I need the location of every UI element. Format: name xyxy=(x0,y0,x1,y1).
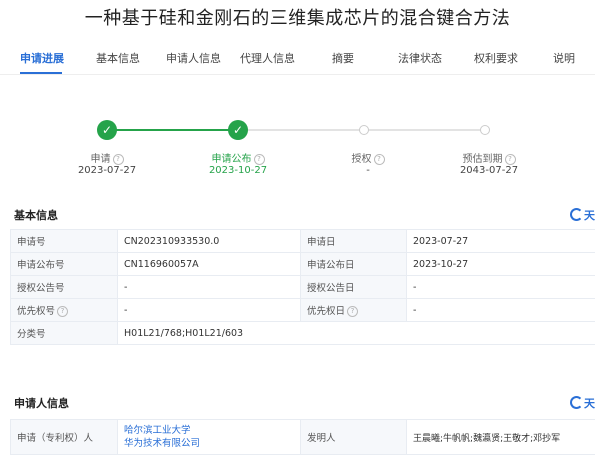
applicant-link[interactable]: 哈尔滨工业大学 xyxy=(124,424,294,437)
tab-description[interactable]: 说明 xyxy=(553,50,575,66)
tab-bar: 申请进展 基本信息 申请人信息 代理人信息 摘要 法律状态 权利要求 说明 xyxy=(0,38,595,74)
section-title-basic: 基本信息 xyxy=(14,209,58,222)
table-row: 申请号 CN202310933530.0 申请日 2023-07-27 xyxy=(10,229,595,253)
applicant-link[interactable]: 华为技术有限公司 xyxy=(124,437,294,450)
field-label: 申请公布日 xyxy=(300,252,407,276)
table-row: 分类号 H01L21/768;H01L21/603 xyxy=(10,321,595,345)
brand-mark: 天 xyxy=(570,207,595,223)
step-label: 申请? xyxy=(62,150,152,165)
tab-claims[interactable]: 权利要求 xyxy=(474,50,518,66)
logo-icon xyxy=(570,208,583,221)
step-label: 申请公布? xyxy=(193,150,283,165)
help-icon[interactable]: ? xyxy=(504,153,516,165)
help-icon[interactable]: ? xyxy=(253,153,265,165)
pending-dot-icon xyxy=(359,125,369,135)
field-label: 发明人 xyxy=(300,419,407,455)
basic-info-table: 申请号 CN202310933530.0 申请日 2023-07-27 申请公布… xyxy=(10,229,595,345)
table-row: 申请公布号 CN116960057A 申请公布日 2023-10-27 xyxy=(10,252,595,276)
field-value: CN116960057A xyxy=(117,252,301,276)
help-icon[interactable]: ? xyxy=(373,153,385,165)
applicant-info-table: 申请（专利权）人 哈尔滨工业大学 华为技术有限公司 发明人 王晨曦;牛帆帆;魏瀛… xyxy=(10,419,595,455)
help-icon[interactable]: ? xyxy=(347,306,359,317)
classification-value: H01L21/768;H01L21/603 xyxy=(117,321,595,345)
logo-icon xyxy=(570,396,583,409)
field-value: CN202310933530.0 xyxy=(117,229,301,253)
help-icon[interactable]: ? xyxy=(57,306,69,317)
field-label: 分类号 xyxy=(10,321,118,345)
step-label: 预估到期? xyxy=(444,150,534,165)
check-icon: ✓ xyxy=(97,120,117,140)
tab-abstract[interactable]: 摘要 xyxy=(332,50,354,66)
page-title: 一种基于硅和金刚石的三维集成芯片的混合键合方法 xyxy=(84,8,511,29)
field-label: 申请（专利权）人 xyxy=(10,419,118,455)
table-row: 优先权号? - 优先权日? - xyxy=(10,298,595,322)
step-date: 2023-10-27 xyxy=(208,165,268,176)
step-date: 2043-07-27 xyxy=(459,165,519,176)
applicant-links: 哈尔滨工业大学 华为技术有限公司 xyxy=(117,419,301,455)
table-row: 申请（专利权）人 哈尔滨工业大学 华为技术有限公司 发明人 王晨曦;牛帆帆;魏瀛… xyxy=(10,419,595,455)
field-value: - xyxy=(117,275,301,299)
section-title-applicant: 申请人信息 xyxy=(14,397,69,410)
tab-basic-info[interactable]: 基本信息 xyxy=(96,50,140,66)
step-label: 授权? xyxy=(323,150,413,165)
field-value: 2023-07-27 xyxy=(406,229,595,253)
brand-mark: 天 xyxy=(570,395,595,411)
tab-applicant-info[interactable]: 申请人信息 xyxy=(166,50,221,66)
step-date: - xyxy=(366,165,370,176)
progress-timeline: ✓ ✓ 申请? 申请公布? 授权? 预估到期? 2023-07-27 2023-… xyxy=(0,110,595,190)
field-label: 授权公告号 xyxy=(10,275,118,299)
help-icon[interactable]: ? xyxy=(112,153,124,165)
inventors-value: 王晨曦;牛帆帆;魏瀛贤;王敬才;邓抄军 xyxy=(406,419,595,455)
field-label: 优先权号? xyxy=(10,298,118,322)
table-row: 授权公告号 - 授权公告日 - xyxy=(10,275,595,299)
tab-agent-info[interactable]: 代理人信息 xyxy=(240,50,295,66)
progress-track-done xyxy=(107,129,238,131)
field-label: 申请公布号 xyxy=(10,252,118,276)
field-value: - xyxy=(117,298,301,322)
field-value: - xyxy=(406,298,595,322)
field-label: 优先权日? xyxy=(300,298,407,322)
tab-legal-status[interactable]: 法律状态 xyxy=(398,50,442,66)
tab-progress[interactable]: 申请进展 xyxy=(20,50,64,66)
field-value: 2023-10-27 xyxy=(406,252,595,276)
field-label: 申请号 xyxy=(10,229,118,253)
step-date: 2023-07-27 xyxy=(77,165,137,176)
field-label: 授权公告日 xyxy=(300,275,407,299)
field-label: 申请日 xyxy=(300,229,407,253)
pending-dot-icon xyxy=(480,125,490,135)
tab-divider xyxy=(0,74,595,75)
field-value: - xyxy=(406,275,595,299)
check-icon: ✓ xyxy=(228,120,248,140)
